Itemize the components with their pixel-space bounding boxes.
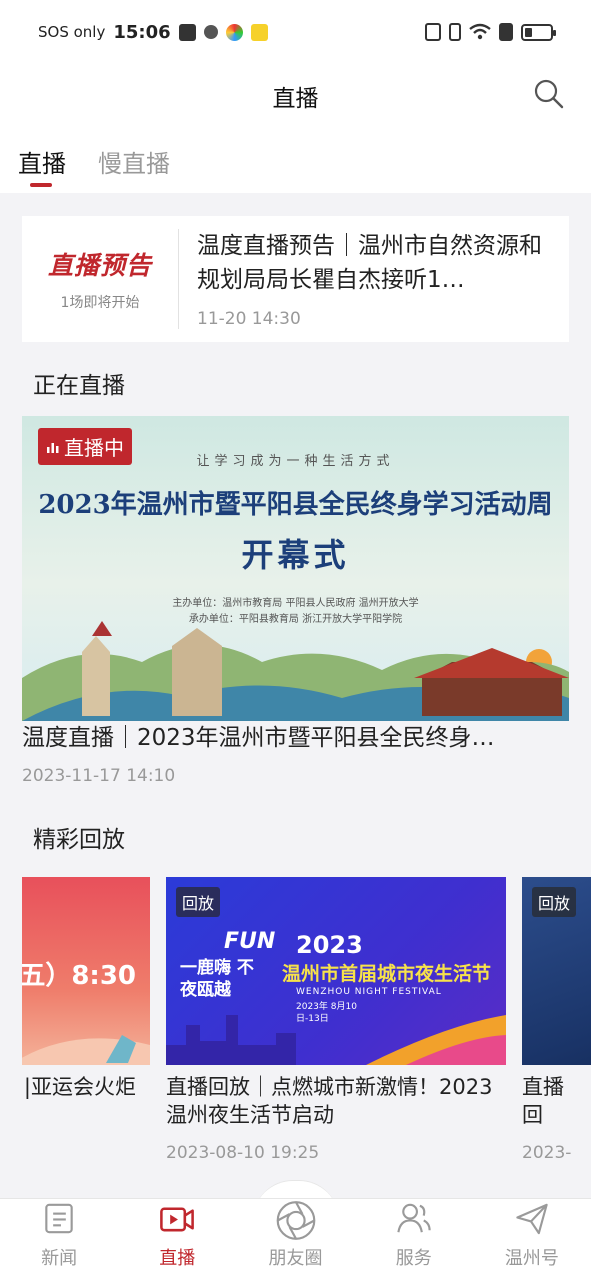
vibrate-icon bbox=[449, 23, 461, 41]
search-icon[interactable] bbox=[533, 78, 565, 110]
nav-label: 直播 bbox=[159, 1248, 196, 1269]
battery-level bbox=[525, 27, 532, 37]
replay-card[interactable]: 回放 FUN 一鹿嗨 不夜瓯越 2023 温州市首届城市夜生活节 WENZHOU… bbox=[166, 877, 506, 1163]
nav-item-news[interactable]: 新闻 bbox=[0, 1199, 118, 1280]
replay-badge: 回放 bbox=[176, 887, 221, 917]
live-banner[interactable]: 直播中 让学习成为一种生活方式 2023年温州市暨平阳县全民终身学习活动周 开幕… bbox=[22, 416, 569, 721]
camera-icon bbox=[276, 1201, 315, 1240]
live-badge: 直播中 bbox=[38, 428, 132, 465]
nav-item-service[interactable]: 服务 bbox=[355, 1199, 473, 1280]
tab-live[interactable]: 直播 bbox=[18, 128, 66, 193]
replay-thumbnail: 回放 bbox=[522, 877, 591, 1065]
nav-item-wenzhou-account[interactable]: 温州号 bbox=[473, 1199, 591, 1280]
preview-logo-text: 直播预告 bbox=[47, 251, 152, 280]
replay-title: 直播回放｜点燃城市新激情！2023温州夜生活节启动 bbox=[166, 1075, 493, 1127]
network-status: SOS only bbox=[38, 23, 106, 41]
nav-label: 新闻 bbox=[41, 1248, 78, 1269]
nav-label: 服务 bbox=[395, 1248, 432, 1269]
replay-thumbnail: 回放 FUN 一鹿嗨 不夜瓯越 2023 温州市首届城市夜生活节 WENZHOU… bbox=[166, 877, 506, 1065]
live-title[interactable]: 温度直播｜2023年温州市暨平阳县全民终身… bbox=[22, 720, 552, 756]
nav-item-moments[interactable]: 朋友圈 bbox=[236, 1199, 354, 1280]
battery-icon bbox=[521, 23, 556, 41]
nav-item-live[interactable]: 直播 bbox=[118, 1199, 236, 1280]
shield-icon bbox=[203, 25, 218, 39]
live-time: 2023-11-17 14:10 bbox=[22, 766, 176, 786]
preview-count: 1场即将开始 bbox=[60, 295, 140, 311]
mail-icon bbox=[178, 23, 196, 41]
live-preview-card[interactable]: 直播预告 1场即将开始 温度直播预告｜温州市自然资源和规划局局长瞿自杰接听1… … bbox=[22, 216, 569, 342]
preview-time: 11-20 14:30 bbox=[197, 309, 301, 329]
replay-thumbnail: 五）8:30 bbox=[22, 877, 150, 1065]
clock: 15:06 bbox=[113, 21, 171, 43]
replay-image-slogan: 一鹿嗨 不夜瓯越 bbox=[180, 958, 254, 1000]
app-header: 直播 bbox=[0, 64, 591, 128]
nav-label: 温州号 bbox=[504, 1248, 559, 1269]
replay-image-en: WENZHOU NIGHT FESTIVAL bbox=[296, 987, 442, 997]
signal-icon bbox=[47, 442, 59, 453]
preview-title: 温度直播预告｜温州市自然资源和规划局局长瞿自杰接听1… bbox=[197, 233, 542, 293]
tab-bar: 直播 慢直播 bbox=[0, 128, 591, 193]
preview-logo: 直播预告 1场即将开始 bbox=[22, 246, 178, 312]
status-bar: SOS only 15:06 bbox=[0, 0, 591, 64]
replay-image-fun: FUN bbox=[224, 929, 276, 954]
live-icon bbox=[160, 1207, 195, 1232]
replay-image-year: 2023 bbox=[296, 931, 363, 959]
torch-figure-icon bbox=[22, 1035, 150, 1065]
replay-carousel[interactable]: 五）8:30 |亚运会火炬 回放 FUN 一鹿嗨 不夜瓯越 2023 温州市首届… bbox=[22, 877, 591, 1167]
city-skyline bbox=[166, 1015, 506, 1065]
page-title: 直播 bbox=[272, 86, 319, 112]
replay-badge: 回放 bbox=[532, 887, 577, 917]
nav-label: 朋友圈 bbox=[268, 1248, 323, 1269]
vv-app-icon bbox=[250, 23, 268, 41]
replay-image-text: 五）8:30 bbox=[22, 961, 136, 991]
nfc-icon bbox=[425, 23, 441, 41]
replay-card[interactable]: 五）8:30 |亚运会火炬 bbox=[22, 877, 150, 1129]
send-icon bbox=[516, 1203, 548, 1235]
replay-title: 直播回 温州 bbox=[522, 1075, 564, 1127]
tab-slow-live[interactable]: 慢直播 bbox=[98, 128, 170, 193]
section-title-replay: 精彩回放 bbox=[33, 827, 125, 853]
wifi-icon bbox=[469, 23, 491, 40]
section-title-live-now: 正在直播 bbox=[33, 373, 125, 399]
service-icon bbox=[397, 1203, 431, 1233]
live-badge-label: 直播中 bbox=[64, 436, 124, 460]
replay-image-text: 温州市首届城市夜生活节 bbox=[282, 963, 492, 985]
alert-icon bbox=[499, 23, 513, 41]
app-icon bbox=[225, 23, 243, 41]
replay-time: 2023- bbox=[522, 1143, 572, 1163]
replay-title: |亚运会火炬 bbox=[23, 1075, 136, 1099]
bottom-nav: 新闻 直播 朋友圈 服务 温州号 bbox=[0, 1198, 591, 1280]
replay-card[interactable]: 回放 直播回 温州 2023- bbox=[522, 877, 591, 1163]
news-icon bbox=[45, 1203, 73, 1234]
replay-time: 2023-08-10 19:25 bbox=[166, 1143, 320, 1163]
